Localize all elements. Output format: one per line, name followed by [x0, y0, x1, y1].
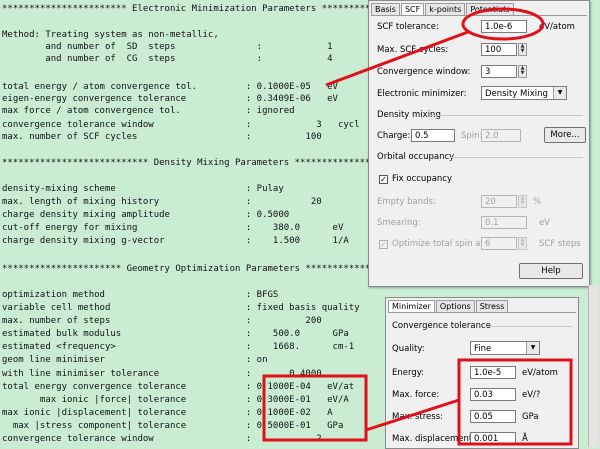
section-divider	[449, 157, 583, 158]
scf-tolerance-label: SCF tolerance:	[377, 22, 439, 32]
log-line: total energy / atom convergence tol. : 0…	[2, 82, 338, 92]
log-line: variable cell method : fixed basis quali…	[2, 303, 360, 313]
more-button[interactable]: More...	[544, 127, 586, 143]
max-scf-cycles-stepper[interactable]: ▲ ▼	[518, 43, 527, 56]
optimize-spin-stepper[interactable]: ▲ ▼	[518, 237, 527, 250]
log-line: and number of CG steps : 4	[2, 54, 333, 64]
log-line: max. number of SCF cycles : 100	[2, 132, 322, 142]
tab-scf[interactable]: SCF	[400, 3, 425, 15]
log-line: max. number of steps : 200	[2, 316, 322, 326]
electronic-minimizer-value: Density Mixing	[485, 89, 548, 99]
log-line: estimated bulk modulus : 500.0 GPa	[2, 329, 349, 339]
vertical-scrollbar[interactable]	[588, 285, 599, 447]
log-line: total energy convergence tolerance : 0.1…	[2, 382, 355, 392]
fix-occupancy-label: Fix occupancy	[392, 174, 452, 184]
log-line: max. length of mixing history : 20	[2, 197, 322, 207]
optimize-spin-checkbox[interactable]: ✓	[379, 240, 388, 249]
log-line: geom line minimiser : on	[2, 355, 268, 365]
convergence-window-label: Convergence window:	[377, 67, 471, 77]
empty-bands-input[interactable]: 20	[481, 195, 517, 208]
convergence-window-stepper[interactable]: ▲ ▼	[518, 65, 527, 78]
optimize-spin-input[interactable]: 6	[481, 237, 517, 250]
max-force-label: Max. force:	[392, 390, 440, 400]
log-line: charge density mixing g-vector : 1.500 1…	[2, 236, 349, 246]
log-line: convergence tolerance window : 2	[2, 434, 322, 444]
log-line: max force / atom convergence tol. : igno…	[2, 106, 295, 116]
tab-basis[interactable]: Basis	[371, 3, 400, 15]
convergence-window-input[interactable]: 3	[481, 65, 517, 78]
section-divider	[431, 115, 583, 116]
optimize-spin-label: Optimize total spin after	[392, 239, 496, 249]
max-stress-input[interactable]: 0.05	[470, 410, 516, 423]
energy-input[interactable]: 1.0e-5	[470, 366, 516, 379]
max-scf-cycles-input[interactable]: 100	[481, 43, 517, 56]
spin-input[interactable]: 2.0	[481, 129, 521, 142]
convergence-tolerance-title: Convergence tolerance	[392, 321, 491, 331]
log-line: convergence tolerance window : 3 cycl	[2, 120, 360, 130]
smearing-input[interactable]: 0.1	[481, 216, 527, 229]
fix-occupancy-checkbox[interactable]: ✓	[379, 175, 388, 184]
chevron-down-icon: ▼	[526, 342, 539, 354]
log-line: estimated <frequency> : 1668. cm-1	[2, 342, 355, 352]
tab-divider	[388, 312, 576, 313]
max-displacement-unit: Å	[522, 434, 528, 444]
tab-minimizer[interactable]: Minimizer	[388, 300, 435, 312]
log-line: max ionic |displacement| tolerance : 0.1…	[2, 408, 333, 418]
tab-divider	[371, 15, 587, 16]
tab-options[interactable]: Options	[435, 300, 475, 312]
log-line: cut-off energy for mixing : 380.0 eV	[2, 223, 344, 233]
empty-bands-label: Empty bands:	[377, 197, 436, 207]
max-force-unit: eV/?	[522, 390, 541, 400]
orbital-occupancy-title: Orbital occupancy	[377, 152, 455, 162]
tab-potentials[interactable]: Potentials	[466, 3, 514, 15]
max-stress-label: Max. stress:	[392, 412, 443, 422]
electronic-minimizer-label: Electronic minimizer:	[377, 89, 467, 99]
max-force-input[interactable]: 0.03	[470, 388, 516, 401]
log-line: with line minimiser tolerance : 0.4000	[2, 369, 322, 379]
geometry-tabs: Minimizer Options Stress	[388, 300, 509, 312]
tab-stress[interactable]: Stress	[475, 300, 509, 312]
chevron-down-icon: ▼	[553, 87, 566, 99]
empty-bands-unit: %	[533, 197, 542, 207]
charge-label: Charge:	[377, 131, 411, 141]
log-line: *************************** Density Mixi…	[2, 158, 387, 168]
log-line: density-mixing scheme : Pulay	[2, 184, 284, 194]
smearing-label: Smearing:	[377, 218, 421, 228]
help-button[interactable]: Help	[519, 263, 583, 279]
max-stress-unit: GPa	[522, 412, 539, 422]
max-displacement-input[interactable]: 0.001	[470, 432, 516, 445]
geometry-optimization-panel: Minimizer Options Stress Convergence tol…	[385, 297, 579, 449]
optimize-spin-unit: SCF steps	[539, 239, 581, 249]
log-line: ********************** Geometry Optimiza…	[2, 264, 393, 274]
scf-tolerance-input[interactable]: 1.0e-6	[481, 20, 527, 33]
log-line: *********************** Electronic Minim…	[2, 4, 387, 14]
log-line: and number of SD steps : 1	[2, 42, 333, 52]
tab-k-points[interactable]: k-points	[425, 3, 466, 15]
max-displacement-label: Max. displacement:	[392, 434, 476, 444]
electronic-settings-panel: Basis SCF k-points Potentials SCF tolera…	[368, 0, 590, 287]
spin-label: Spin:	[461, 131, 483, 141]
log-line: max ionic |force| tolerance : 0.3000E-01…	[2, 395, 349, 405]
log-line: eigen-energy convergence tolerance : 0.3…	[2, 94, 338, 104]
energy-label: Energy:	[392, 368, 425, 378]
energy-unit: eV/atom	[522, 368, 558, 378]
settings-tabs: Basis SCF k-points Potentials	[371, 3, 515, 15]
quality-label: Quality:	[392, 344, 425, 354]
quality-select[interactable]: Fine ▼	[470, 341, 540, 355]
max-scf-cycles-label: Max. SCF cycles:	[377, 45, 449, 55]
quality-value: Fine	[474, 344, 492, 354]
charge-input[interactable]: 0.5	[411, 129, 455, 142]
log-line: optimization method : BFGS	[2, 290, 279, 300]
log-line: Method: Treating system as non-metallic,	[2, 30, 219, 40]
scf-tolerance-unit: eV/atom	[539, 22, 575, 32]
smearing-unit: eV	[539, 218, 551, 228]
section-divider	[486, 326, 572, 327]
log-line: charge density mixing amplitude : 0.5000	[2, 210, 290, 220]
electronic-minimizer-select[interactable]: Density Mixing ▼	[481, 86, 567, 100]
log-line: max |stress component| tolerance : 0.500…	[2, 421, 344, 431]
empty-bands-stepper[interactable]: ▲ ▼	[518, 195, 527, 208]
